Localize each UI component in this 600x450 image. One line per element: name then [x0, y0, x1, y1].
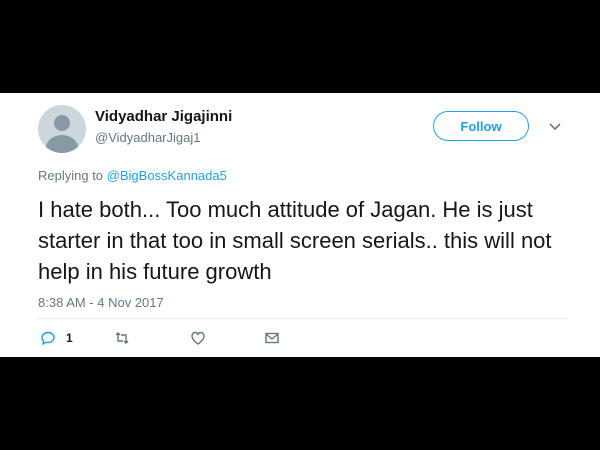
reply-count: 1 [66, 331, 73, 345]
like-button[interactable] [190, 330, 206, 346]
retweet-icon [115, 332, 129, 344]
direct-message-icon [265, 332, 279, 344]
avatar-shoulders [46, 135, 78, 153]
divider [38, 318, 568, 319]
reply-icon [41, 331, 55, 346]
user-handle[interactable]: @VidyadharJigaj1 [95, 130, 200, 145]
avatar[interactable] [38, 105, 86, 153]
reply-context: Replying to @BigBossKannada5 [38, 168, 227, 183]
reply-button[interactable]: 1 [40, 330, 73, 346]
chevron-down-icon[interactable] [548, 119, 562, 133]
tweet-text: I hate both... Too much attitude of Jaga… [38, 197, 552, 284]
tweet-card: Vidyadhar Jigajinni @VidyadharJigaj1 Fol… [0, 93, 600, 357]
like-icon [191, 331, 205, 345]
tweet-timestamp[interactable]: 8:38 AM - 4 Nov 2017 [38, 295, 164, 310]
retweet-button[interactable] [114, 330, 130, 346]
avatar-head [54, 115, 70, 131]
user-display-name[interactable]: Vidyadhar Jigajinni [95, 108, 232, 125]
follow-button[interactable]: Follow [433, 111, 529, 141]
reply-mention-link[interactable]: @BigBossKannada5 [107, 168, 227, 183]
reply-prefix: Replying to [38, 168, 104, 183]
direct-message-button[interactable] [264, 330, 280, 346]
